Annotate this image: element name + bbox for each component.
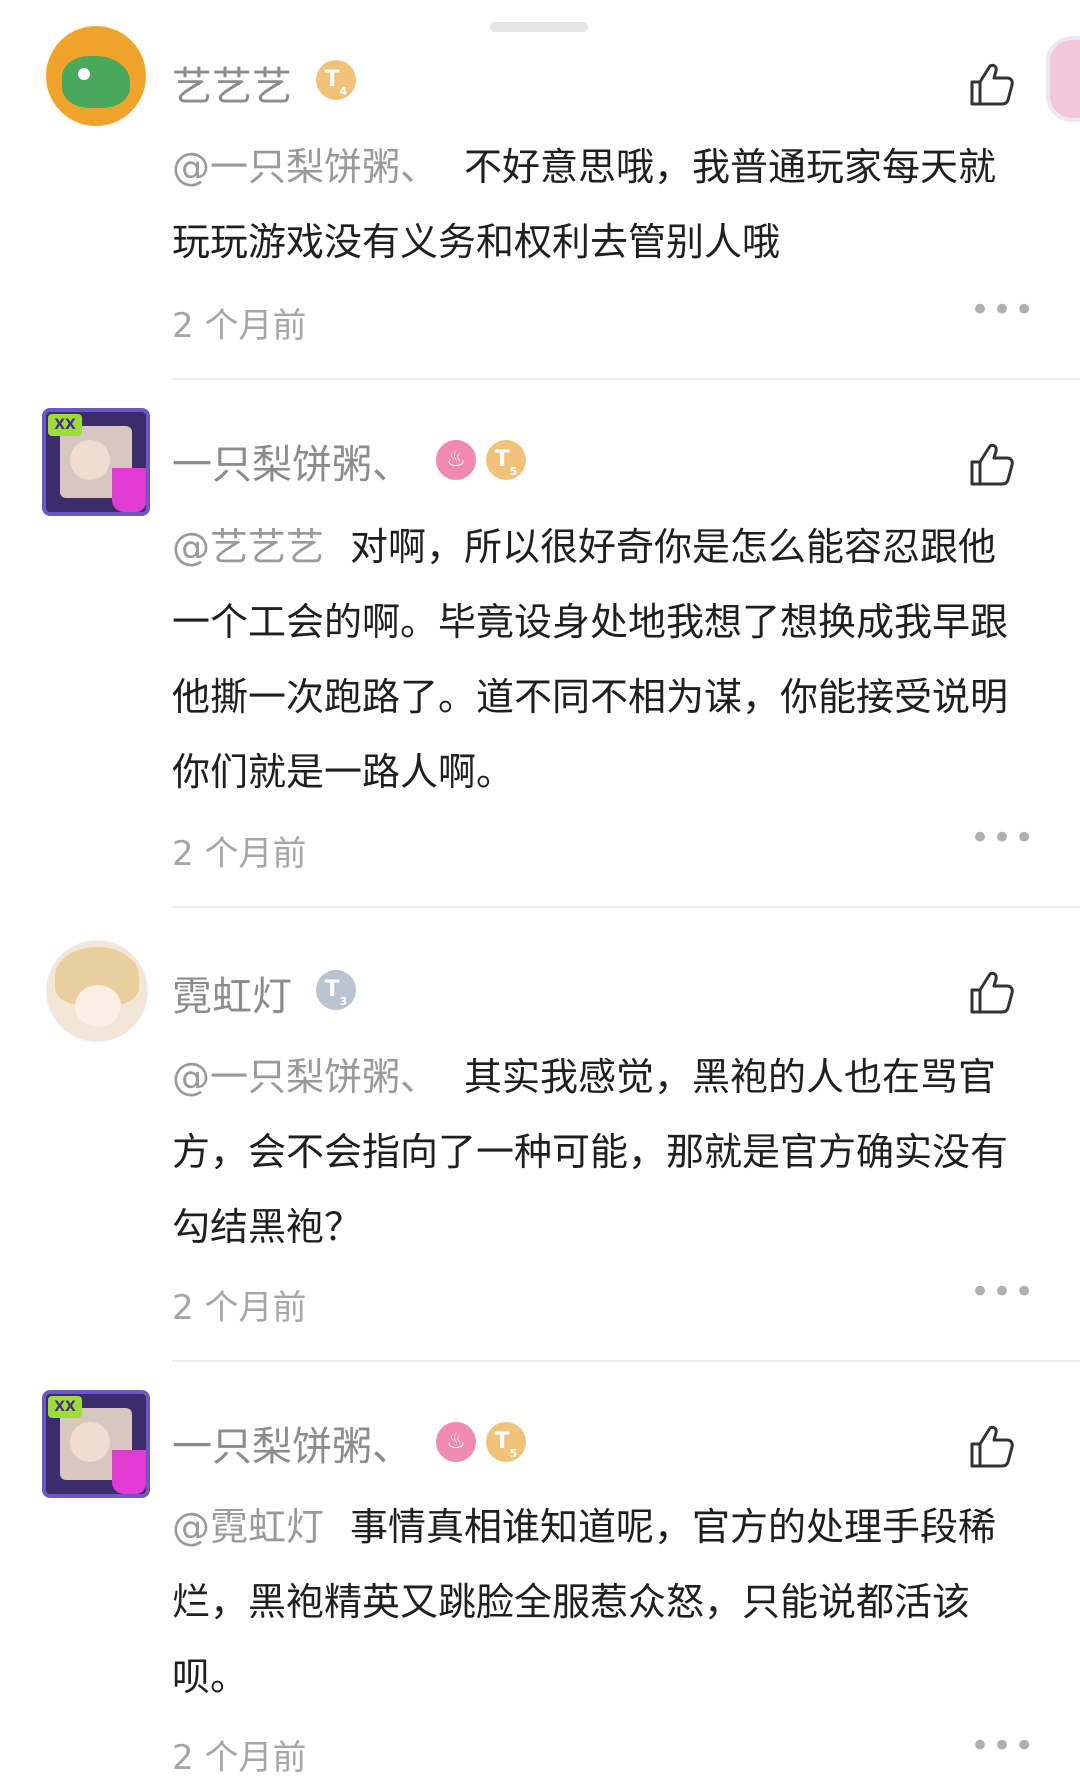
mention-link[interactable]: @霓虹灯 [172, 1505, 324, 1549]
side-avatar-partial [1046, 36, 1080, 122]
comment-timestamp: 2 个月前 [172, 834, 307, 874]
more-dots-icon[interactable]: ••• [970, 290, 1036, 330]
divider [172, 906, 1080, 908]
fire-badge-icon: ♨ [436, 440, 476, 480]
comment-timestamp: 2 个月前 [172, 306, 307, 346]
level-badge-icon: T3 [316, 970, 356, 1010]
comment-username[interactable]: 霓虹灯 [172, 964, 292, 1022]
comment-timestamp: 2 个月前 [172, 1288, 307, 1328]
level-badge-icon: T4 [316, 60, 356, 100]
divider [172, 378, 1080, 380]
thumbs-up-icon[interactable] [966, 1422, 1016, 1472]
thumbs-up-icon[interactable] [966, 968, 1016, 1018]
avatar[interactable] [46, 940, 148, 1042]
comment-username[interactable]: 艺艺艺 [172, 54, 292, 112]
comment-body: @一只梨饼粥、 其实我感觉，黑袍的人也在骂官方，会不会指向了一种可能，那就是官方确… [172, 1040, 1032, 1265]
comment-body: @一只梨饼粥、 不好意思哦，我普通玩家每天就玩玩游戏没有义务和权利去管别人哦 [172, 130, 1032, 280]
more-dots-icon[interactable]: ••• [970, 1726, 1036, 1766]
divider [172, 1360, 1080, 1362]
avatar[interactable]: XX [42, 408, 150, 516]
thumbs-up-icon[interactable] [966, 60, 1016, 110]
mention-link[interactable]: @一只梨饼粥、 [172, 1055, 438, 1099]
comment-body: @霓虹灯 事情真相谁知道呢，官方的处理手段稀烂，黑袍精英又跳脸全服惹众怒，只能说都… [172, 1490, 1032, 1715]
comment-username[interactable]: 一只梨饼粥、 [172, 1414, 412, 1472]
fire-badge-icon: ♨ [436, 1422, 476, 1462]
mention-link[interactable]: @一只梨饼粥、 [172, 145, 438, 189]
level-badge-icon: T5 [486, 1422, 526, 1462]
sheet-drag-handle[interactable] [490, 22, 588, 32]
avatar[interactable] [46, 26, 146, 126]
comment-body: @艺艺艺 对啊，所以很好奇你是怎么能容忍跟他一个工会的啊。毕竟设身处地我想了想换成… [172, 510, 1032, 810]
more-dots-icon[interactable]: ••• [970, 1272, 1036, 1312]
avatar[interactable]: XX [42, 1390, 150, 1498]
comment-username[interactable]: 一只梨饼粥、 [172, 432, 412, 490]
level-badge-icon: T5 [486, 440, 526, 480]
more-dots-icon[interactable]: ••• [970, 818, 1036, 858]
thumbs-up-icon[interactable] [966, 440, 1016, 490]
mention-link[interactable]: @艺艺艺 [172, 525, 324, 569]
